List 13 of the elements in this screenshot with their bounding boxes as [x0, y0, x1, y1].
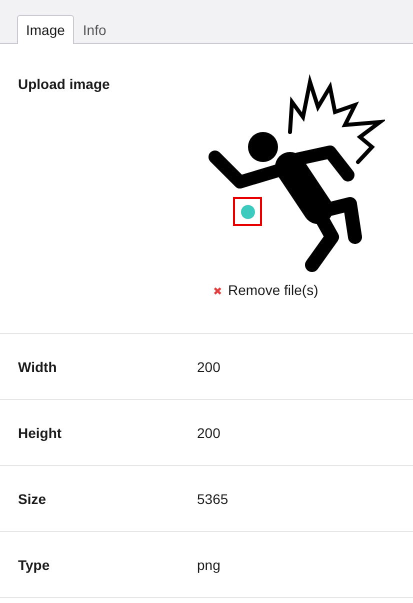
- focal-point-marker[interactable]: [233, 197, 262, 226]
- tab[interactable]: Image: [17, 15, 74, 44]
- field-value: 200: [197, 424, 220, 440]
- field-value: 200: [197, 358, 220, 374]
- field-value: 5365: [197, 490, 228, 506]
- tab[interactable]: Info: [74, 15, 116, 44]
- field-value: png: [197, 556, 220, 572]
- remove-link[interactable]: ✖ Remove file(s): [213, 282, 318, 298]
- field-label: Upload image: [18, 76, 111, 94]
- field-label: Width: [18, 358, 58, 374]
- field-label: Size: [18, 490, 48, 506]
- field-label: Height: [18, 424, 63, 440]
- field-label: Type: [18, 556, 51, 572]
